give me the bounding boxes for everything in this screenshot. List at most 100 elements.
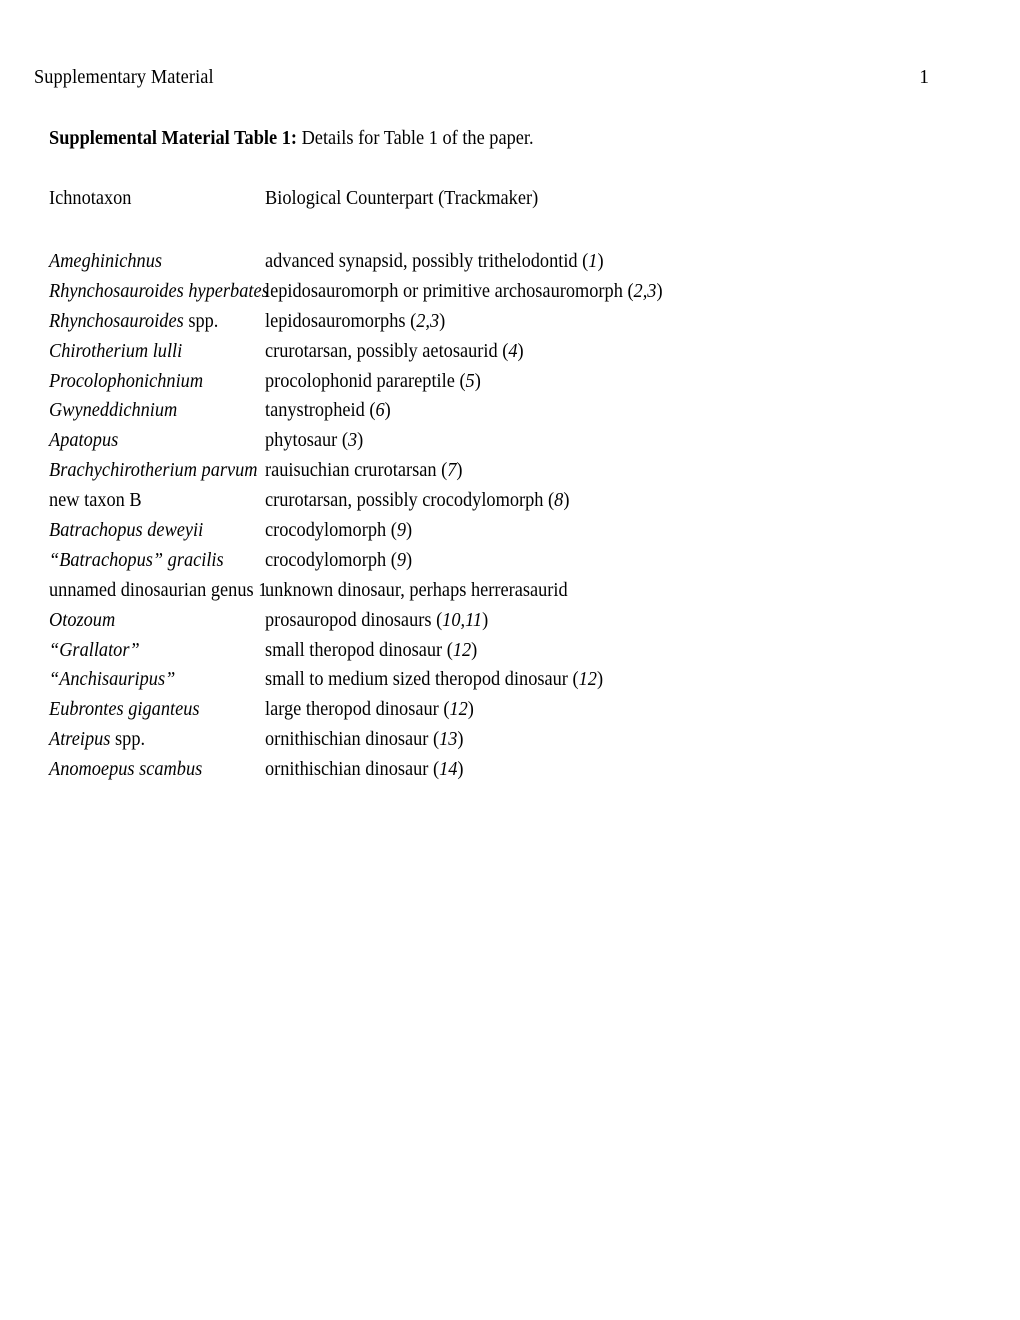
citation-number: 9 (396, 520, 407, 542)
citation-paren-open: ( (337, 430, 348, 452)
table-row: Ameghinichnus advanced synapsid, possibly… (0, 249, 1020, 279)
citation-paren-close: ) (357, 430, 364, 452)
counterpart-text: phytosaur (265, 430, 338, 452)
ichnotaxon-name-roman: spp. (110, 729, 146, 751)
cell-counterpart: prosauropod dinosaurs (10,11) (265, 608, 488, 634)
page-number: 1 (919, 67, 930, 88)
cell-ichnotaxon: unnamed dinosaurian genus 1 (49, 578, 267, 604)
cell-ichnotaxon: Rhynchosauroides spp. (49, 309, 218, 335)
cell-counterpart: advanced synapsid, possibly trithelodont… (265, 249, 604, 275)
table-row: Eubrontes giganteus large theropod dinosa… (0, 697, 1020, 727)
ichnotaxon-name-italic: Procolophonichnium (49, 370, 204, 392)
cell-counterpart: unknown dinosaur, perhaps herrerasaurid (265, 578, 568, 604)
citation-paren-close: ) (439, 310, 446, 332)
ichnotaxon-name-italic: Otozoum (49, 609, 116, 631)
cell-ichnotaxon: “Batrachopus” gracilis (49, 548, 224, 574)
citation-paren-close: ) (517, 340, 524, 362)
table-row: Otozoum prosauropod dinosaurs (10,11) (0, 608, 1020, 638)
citation-number: 10,11 (442, 609, 483, 631)
citation-paren-open: ( (428, 729, 440, 751)
counterpart-text: prosauropod dinosaurs (265, 609, 432, 631)
ichnotaxon-name-italic: Batrachopus deweyii (49, 520, 204, 542)
counterpart-text: small to medium sized theropod dinosaur (265, 669, 568, 691)
citation-paren-open: ( (386, 549, 397, 571)
citation-number: 6 (375, 400, 385, 422)
counterpart-text: tanystropheid (265, 400, 365, 422)
counterpart-text: unknown dinosaur, perhaps herrerasaurid (265, 579, 568, 601)
column-header-counterpart: Biological Counterpart (Trackmaker) (265, 188, 539, 209)
citation-number: 1 (588, 251, 598, 272)
cell-counterpart: ornithischian dinosaur (13) (265, 727, 464, 753)
cell-ichnotaxon: new taxon B (49, 488, 142, 514)
ichnotaxon-name-italic: Apatopus (49, 430, 119, 452)
citation-paren-close: ) (482, 609, 489, 631)
table-caption-text: Details for Table 1 of the paper. (296, 128, 534, 149)
citation-number: 14 (439, 759, 458, 781)
ichnotaxon-name-italic: Anomoepus scambus (49, 759, 203, 781)
ichnotaxon-name-italic: Ameghinichnus (49, 251, 163, 272)
cell-ichnotaxon: Atreipus spp. (49, 727, 145, 753)
ichnotaxon-name-italic: Rhynchosauroides (49, 310, 184, 332)
cell-ichnotaxon: “Anchisauripus” (49, 667, 175, 693)
counterpart-text: crurotarsan, possibly aetosaurid (265, 340, 498, 362)
counterpart-text: small theropod dinosaur (265, 639, 443, 661)
cell-counterpart: ornithischian dinosaur (14) (265, 757, 464, 783)
citation-paren-open: ( (428, 759, 440, 781)
table-caption: Supplemental Material Table 1: Details f… (49, 127, 534, 151)
table-body: Ameghinichnus advanced synapsid, possibly… (0, 249, 1020, 787)
cell-ichnotaxon: Otozoum (49, 608, 115, 634)
table-row: Chirotherium lulli crurotarsan, possibly … (0, 339, 1020, 369)
table-row: Gwyneddichnium tanystropheid (6) (0, 398, 1020, 428)
citation-paren-open: ( (442, 639, 453, 661)
cell-ichnotaxon: “Grallator” (49, 638, 140, 664)
citation-number: 12 (578, 669, 597, 691)
counterpart-text: ornithischian dinosaur (265, 759, 429, 781)
counterpart-text: large theropod dinosaur (265, 699, 439, 721)
citation-paren-open: ( (622, 280, 634, 302)
ichnotaxon-name-italic: “Batrachopus” gracilis (49, 549, 224, 571)
citation-number: 12 (452, 639, 472, 661)
citation-paren-open: ( (454, 370, 466, 392)
cell-ichnotaxon: Anomoepus scambus (49, 757, 202, 783)
citation-paren-close: ) (384, 400, 391, 422)
citation-paren-close: ) (457, 729, 464, 751)
table-row: “Anchisauripus” small to medium sized the… (0, 667, 1020, 697)
ichnotaxon-name-italic: Chirotherium lulli (49, 340, 183, 362)
document-page: Supplementary Material 1 Supplemental Ma… (0, 0, 1020, 1320)
cell-ichnotaxon: Rhynchosauroides hyperbates (49, 279, 269, 305)
table-row: Atreipus spp. ornithischian dinosaur (13) (0, 727, 1020, 757)
cell-ichnotaxon: Brachychirotherium parvum (49, 458, 258, 484)
table-caption-label: Supplemental Material Table 1: (49, 128, 297, 149)
ichnotaxon-name-italic: Gwyneddichnium (49, 400, 178, 422)
citation-number: 13 (439, 729, 458, 751)
cell-ichnotaxon: Chirotherium lulli (49, 339, 182, 365)
cell-counterpart: crurotarsan, possibly crocodylomorph (8) (265, 488, 569, 514)
table-row: “Grallator” small theropod dinosaur (12) (0, 638, 1020, 668)
table-row: unnamed dinosaurian genus 1 unknown dinos… (0, 578, 1020, 608)
citation-paren-open: ( (543, 490, 555, 512)
table-row: Rhynchosauroides hyperbates lepidosauromo… (0, 279, 1020, 309)
running-header: Supplementary Material 1 (34, 66, 929, 90)
counterpart-text: rauisuchian crurotarsan (265, 460, 437, 482)
cell-counterpart: procolophonid parareptile (5) (265, 369, 481, 395)
cell-counterpart: lepidosauromorphs (2,3) (265, 309, 445, 335)
ichnotaxon-name-italic: “Grallator” (49, 639, 140, 661)
citation-paren-open: ( (497, 340, 509, 362)
ichnotaxon-name-roman: new taxon B (49, 490, 142, 512)
counterpart-text: lepidosauromorph or primitive archosauro… (265, 280, 623, 302)
cell-counterpart: small to medium sized theropod dinosaur … (265, 667, 603, 693)
counterpart-text: advanced synapsid, possibly trithelodont… (265, 251, 578, 272)
cell-ichnotaxon: Eubrontes giganteus (49, 697, 200, 723)
counterpart-text: ornithischian dinosaur (265, 729, 429, 751)
cell-counterpart: crocodylomorph (9) (265, 548, 412, 574)
citation-number: 3 (347, 430, 358, 452)
ichnotaxon-name-italic: Brachychirotherium parvum (49, 460, 258, 482)
citation-paren-open: ( (364, 400, 376, 422)
cell-ichnotaxon: Apatopus (49, 428, 118, 454)
citation-paren-close: ) (467, 699, 474, 721)
ichnotaxon-name-italic: Atreipus (49, 729, 111, 751)
citation-paren-open: ( (431, 609, 443, 631)
citation-paren-close: ) (474, 370, 481, 392)
counterpart-text: procolophonid parareptile (265, 370, 455, 392)
citation-number: 4 (508, 340, 518, 362)
